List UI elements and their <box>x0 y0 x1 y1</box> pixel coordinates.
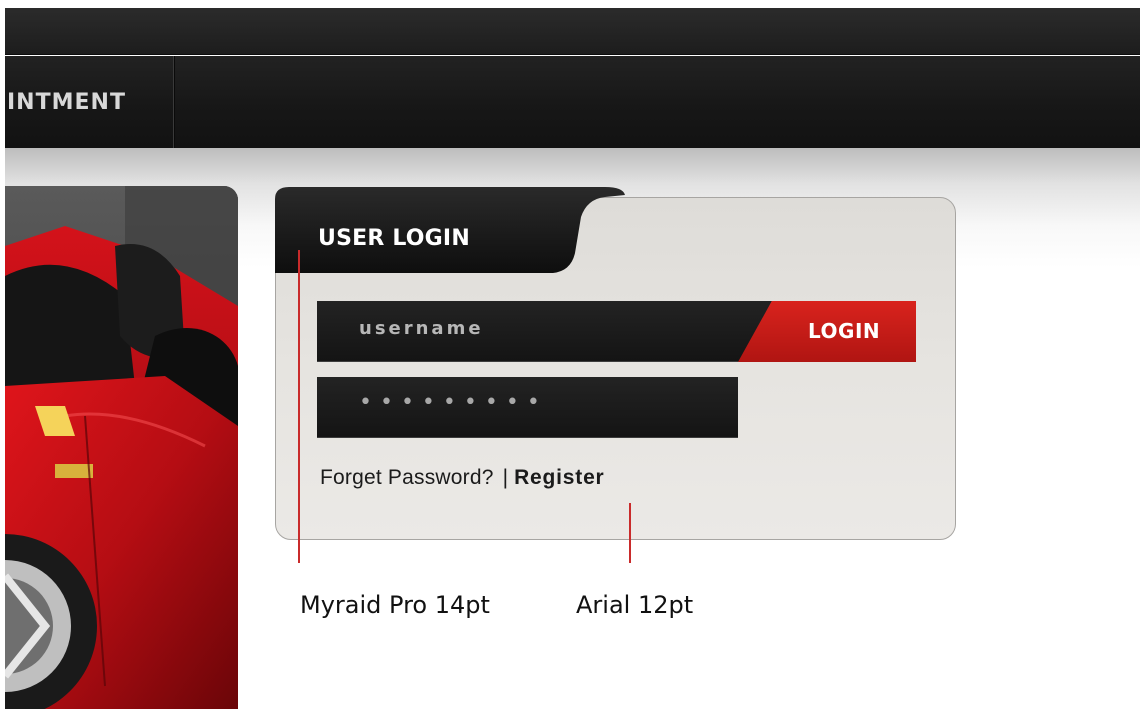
nav-item-label: INTMENT <box>7 90 126 115</box>
link-font-annotation: Arial 12pt <box>576 591 694 619</box>
nav-item-appointment[interactable]: INTMENT <box>5 56 174 148</box>
login-title: USER LOGIN <box>318 226 470 251</box>
car-illustration <box>5 186 238 709</box>
main-nav: INTMENT <box>5 56 1140 148</box>
password-mask: ••••••••• <box>359 390 548 415</box>
link-separator: | <box>502 466 509 489</box>
forgot-password-link[interactable]: Forget Password? <box>320 466 494 489</box>
top-bar <box>5 8 1140 55</box>
username-placeholder: username <box>359 318 484 339</box>
car-photo <box>5 186 238 709</box>
register-link[interactable]: Register <box>514 466 604 489</box>
title-font-annotation: Myraid Pro 14pt <box>300 591 490 619</box>
link-font-pointer <box>629 503 631 563</box>
username-input[interactable]: username <box>317 301 772 362</box>
password-input[interactable]: ••••••••• <box>317 377 738 438</box>
title-font-pointer <box>298 250 300 563</box>
auth-links: Forget Password? | Register <box>320 466 605 490</box>
login-button-label: LOGIN <box>808 319 881 343</box>
